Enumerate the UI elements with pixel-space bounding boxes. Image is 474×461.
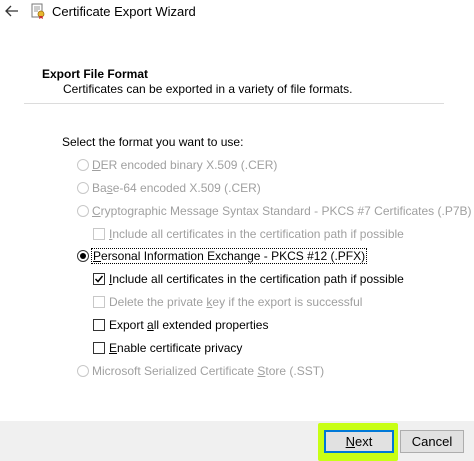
- checkbox-delete-private-key[interactable]: Delete the private key if the export is …: [93, 295, 362, 309]
- radio-der[interactable]: DER encoded binary X.509 (.CER): [77, 158, 277, 172]
- radio-circle: [77, 205, 89, 217]
- checkmark-icon: [94, 275, 104, 283]
- radio-pfx[interactable]: Personal Information Exchange - PKCS #12…: [77, 248, 368, 264]
- certificate-icon: [31, 3, 45, 19]
- checkbox-pfx-include-all-label: Include all certificates in the certific…: [109, 272, 404, 286]
- back-button[interactable]: [4, 3, 20, 19]
- checkbox-box: [93, 342, 105, 354]
- header-divider: [24, 103, 444, 104]
- radio-circle: [77, 182, 89, 194]
- format-prompt: Select the format you want to use:: [62, 135, 244, 149]
- radio-sst-label: Microsoft Serialized Certificate Store (…: [92, 364, 325, 378]
- radio-p7b[interactable]: Cryptographic Message Syntax Standard - …: [77, 204, 472, 218]
- checkbox-p7b-include-all[interactable]: Include all certificates in the certific…: [93, 227, 404, 241]
- page-title: Export File Format: [42, 67, 149, 81]
- checkbox-pfx-include-all[interactable]: Include all certificates in the certific…: [93, 272, 404, 286]
- radio-base64-label: Base-64 encoded X.509 (.CER): [92, 181, 261, 195]
- checkbox-export-extended-properties[interactable]: Export all extended properties: [93, 318, 268, 332]
- radio-der-label: DER encoded binary X.509 (.CER): [92, 158, 278, 172]
- radio-p7b-label: Cryptographic Message Syntax Standard - …: [92, 204, 472, 218]
- checkbox-export-extended-properties-label: Export all extended properties: [109, 318, 269, 332]
- checkbox-enable-certificate-privacy-label: Enable certificate privacy: [109, 341, 243, 355]
- radio-circle: [77, 159, 89, 171]
- checkbox-box: [93, 273, 105, 285]
- checkbox-enable-certificate-privacy[interactable]: Enable certificate privacy: [93, 341, 242, 355]
- checkbox-p7b-include-all-label: Include all certificates in the certific…: [109, 227, 404, 241]
- next-button-label: Next: [345, 434, 373, 449]
- radio-circle: [77, 250, 89, 262]
- window-title: Certificate Export Wizard: [52, 4, 196, 19]
- radio-sst[interactable]: Microsoft Serialized Certificate Store (…: [77, 364, 324, 378]
- checkbox-box: [93, 319, 105, 331]
- cancel-button[interactable]: Cancel: [400, 430, 464, 453]
- checkbox-box: [93, 296, 105, 308]
- radio-selected-dot: [80, 253, 86, 259]
- page-subtitle: Certificates can be exported in a variet…: [63, 82, 353, 96]
- radio-base64[interactable]: Base-64 encoded X.509 (.CER): [77, 181, 261, 195]
- back-arrow-icon: [5, 5, 18, 17]
- checkbox-delete-private-key-label: Delete the private key if the export is …: [109, 295, 363, 309]
- next-button[interactable]: Next: [324, 430, 394, 453]
- title-bar: Certificate Export Wizard: [0, 0, 474, 24]
- checkbox-box: [93, 228, 105, 240]
- radio-pfx-label: Personal Information Exchange - PKCS #12…: [90, 248, 368, 264]
- radio-circle: [77, 365, 89, 377]
